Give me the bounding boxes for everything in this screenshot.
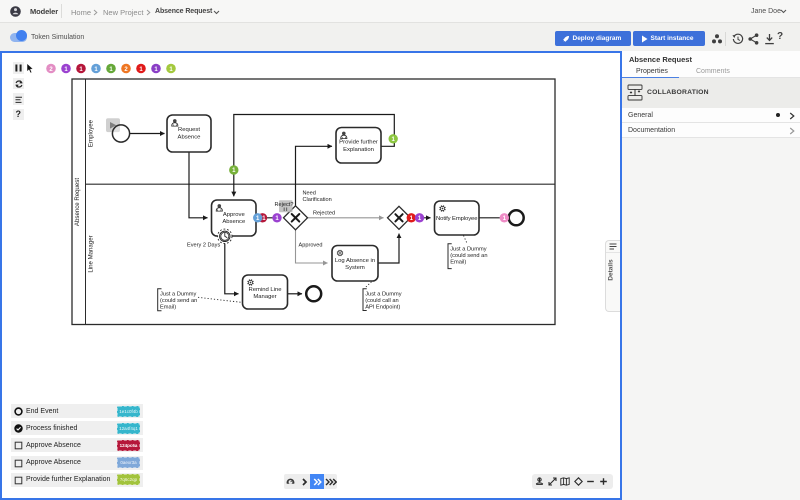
svg-text:Notify Employee: Notify Employee — [436, 216, 478, 222]
svg-text:Just a Dummy: Just a Dummy — [365, 291, 402, 297]
svg-text:Absence Request: Absence Request — [74, 178, 81, 226]
svg-text:Manager: Manager — [253, 294, 276, 300]
svg-text:Email): Email) — [160, 304, 176, 310]
svg-text:System: System — [345, 265, 365, 271]
svg-text:Rejected: Rejected — [313, 210, 335, 216]
svg-text:Provide further: Provide further — [339, 140, 378, 146]
svg-text:(could send an: (could send an — [160, 298, 197, 304]
svg-text:API Endpoint): API Endpoint) — [365, 304, 400, 310]
svg-text:Need: Need — [303, 191, 316, 197]
svg-text:Just a Dummy: Just a Dummy — [450, 246, 487, 252]
svg-text:Email): Email) — [450, 259, 466, 265]
svg-text:Reject?: Reject? — [275, 202, 294, 208]
svg-text:(could call an: (could call an — [365, 298, 399, 304]
svg-text:Remind Line: Remind Line — [248, 287, 282, 293]
svg-text:Approve: Approve — [223, 212, 246, 218]
svg-text:Clarification: Clarification — [303, 197, 332, 203]
svg-text:Request: Request — [178, 127, 200, 133]
svg-text:Explanation: Explanation — [343, 147, 374, 153]
svg-text:(could send an: (could send an — [450, 253, 487, 259]
svg-text:Approved: Approved — [299, 243, 323, 249]
svg-text:Line Manager: Line Manager — [88, 235, 95, 272]
svg-text:Just a Dummy: Just a Dummy — [160, 291, 197, 297]
svg-text:Employee: Employee — [88, 119, 95, 147]
svg-text:Absence: Absence — [222, 219, 246, 225]
svg-text:Every 2 Days: Every 2 Days — [187, 242, 220, 248]
svg-text:Absence: Absence — [178, 134, 202, 140]
svg-text:Log Absence in: Log Absence in — [335, 258, 375, 264]
